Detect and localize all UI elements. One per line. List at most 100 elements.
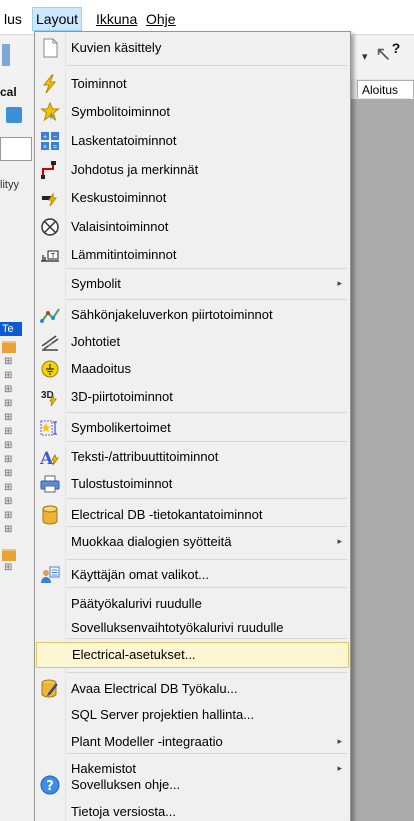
submenu-arrow-icon: ▸ <box>337 736 342 746</box>
menu-separator <box>67 441 347 442</box>
menu-item-label: Päätyökalurivi ruudulle <box>71 596 202 611</box>
menu-item-symbolikertoimet[interactable]: Symbolikertoimet <box>35 415 350 441</box>
menu-separator <box>67 299 347 300</box>
toolbar-icon[interactable] <box>2 44 10 66</box>
menu-item-label: Symbolikertoimet <box>71 420 171 435</box>
menu-item-teksti-attribuutti[interactable]: A Teksti-/attribuuttitoiminnot <box>35 444 350 470</box>
tree-nodes[interactable]: ⊞ ⊞ ⊞ ⊞ ⊞ ⊞ ⊞ ⊞ ⊞ ⊞ ⊞ ⊞ ⊞ <box>4 355 12 537</box>
menu-ikkuna-label: Ikkuna <box>96 11 138 27</box>
menu-separator <box>67 412 347 413</box>
left-panel: cal lityy Te ⊞ ⊞ ⊞ ⊞ ⊞ ⊞ ⊞ ⊞ ⊞ ⊞ ⊞ ⊞ ⊞ ⊞ <box>0 79 35 821</box>
calculator-icon: + −× = <box>41 132 59 151</box>
menu-item-sql-server[interactable]: SQL Server projektien hallinta... <box>35 702 350 728</box>
menu-item-paatyokalurivi[interactable]: Päätyökalurivi ruudulle <box>35 591 350 617</box>
menu-ikkuna[interactable]: Ikkuna <box>92 8 141 30</box>
menu-item-label: Laskentatoiminnot <box>71 133 177 148</box>
star-lightning-icon <box>40 102 60 122</box>
menu-tools-partial[interactable]: lus <box>0 8 26 30</box>
panel-field-label: lityy <box>0 179 19 191</box>
svg-text:−: − <box>53 134 57 141</box>
menu-item-keskustoiminnot[interactable]: Keskustoiminnot <box>35 185 350 211</box>
tab-aloitus[interactable]: Aloitus <box>357 80 414 98</box>
menu-item-label: Symbolit <box>71 276 121 291</box>
wiring-icon <box>41 161 56 179</box>
menu-separator <box>67 65 347 66</box>
menu-item-label: Toiminnot <box>71 76 127 91</box>
svg-text:T: T <box>51 253 56 260</box>
menu-separator <box>67 638 347 639</box>
menu-item-maadoitus[interactable]: Maadoitus <box>35 356 350 382</box>
menu-item-label: Johdotus ja merkinnät <box>71 162 199 177</box>
menu-item-sovelluksen-ohje[interactable]: ? Sovelluksen ohje... <box>35 772 350 800</box>
menu-item-muokkaa-dialogien[interactable]: Muokkaa dialogien syötteitä ▸ <box>35 529 350 555</box>
database-icon <box>42 505 58 525</box>
menu-item-symbolit[interactable]: Symbolit ▸ <box>35 271 350 297</box>
menu-item-label: Sovelluksen ohje... <box>71 777 181 792</box>
cursor-question: ? <box>391 40 401 56</box>
menu-item-label: Electrical DB -tietokantatoiminnot <box>71 507 263 522</box>
menu-item-toiminnot[interactable]: Toiminnot <box>35 71 350 97</box>
user-menu-icon <box>41 566 60 583</box>
menu-item-label: 3D-piirtotoiminnot <box>71 389 173 404</box>
menu-item-valaisintoiminnot[interactable]: Valaisintoiminnot <box>35 214 350 240</box>
menu-item-symbolitoiminnot[interactable]: Symbolitoiminnot <box>35 99 350 125</box>
menu-item-label: Sovelluksenvaihtotyökalurivi ruudulle <box>71 620 284 635</box>
menu-item-johtotiet[interactable]: Johtotiet <box>35 329 350 355</box>
menu-item-lammitintoiminnot[interactable]: T Lämmitintoiminnot <box>35 242 350 268</box>
tree-tab[interactable]: Te <box>0 322 22 336</box>
lamp-icon <box>41 218 59 236</box>
menu-separator <box>67 268 347 269</box>
help-cursor-icon[interactable]: ↖? <box>375 40 400 67</box>
menu-item-tulostustoiminnot[interactable]: Tulostustoiminnot <box>35 471 350 497</box>
menu-ohje-label: Ohje <box>146 11 176 27</box>
menu-item-label: Johtotiet <box>71 334 121 349</box>
menu-item-label: Electrical-asetukset... <box>72 647 196 662</box>
menu-item-label: Keskustoiminnot <box>71 190 167 205</box>
lightning-icon <box>42 74 57 94</box>
symbol-factor-icon <box>40 420 57 436</box>
menu-item-label: Symbolitoiminnot <box>71 104 170 119</box>
network-icon <box>40 308 60 323</box>
menu-layout[interactable]: Layout <box>32 7 83 31</box>
folder-icon <box>2 341 16 353</box>
menu-bar: lus Layout Ikkuna Ohje <box>0 0 414 35</box>
text-attribute-icon: A <box>40 449 59 467</box>
menu-item-kuvien-kasittely[interactable]: Kuvien käsittely <box>35 35 350 61</box>
menu-separator <box>67 587 347 588</box>
dropdown-arrow-icon[interactable]: ▾ <box>362 50 368 63</box>
menu-item-label: Kuvien käsittely <box>71 40 162 55</box>
menu-item-label: Tulostustoiminnot <box>71 476 173 491</box>
menu-item-sahkonjakeluverkko[interactable]: Sähkönjakeluverkon piirtotoiminnot <box>35 302 350 328</box>
panel-button-icon[interactable] <box>6 107 22 123</box>
svg-text:×: × <box>43 144 47 151</box>
menu-item-label: Sähkönjakeluverkon piirtotoiminnot <box>71 307 273 322</box>
submenu-arrow-icon: ▸ <box>337 278 342 288</box>
menu-item-johdotus[interactable]: Johdotus ja merkinnät <box>35 157 350 183</box>
menu-item-label: Teksti-/attribuuttitoiminnot <box>71 449 219 464</box>
center-icon <box>42 192 57 207</box>
printer-icon <box>40 475 60 493</box>
panel-search-box[interactable] <box>0 137 32 161</box>
menu-separator <box>67 672 347 673</box>
panel-caption: cal <box>0 85 17 99</box>
menu-item-label: SQL Server projektien hallinta... <box>71 707 255 722</box>
svg-text:A: A <box>40 449 54 467</box>
3d-icon: 3D <box>41 390 57 407</box>
menu-item-3d-piirto[interactable]: 3D 3D-piirtotoiminnot <box>35 384 350 410</box>
svg-text:+: + <box>43 134 47 141</box>
menu-separator <box>67 498 347 499</box>
tree-nodes-2[interactable]: ⊞ <box>4 561 12 575</box>
menu-ohje[interactable]: Ohje <box>142 8 180 30</box>
page-icon <box>43 38 58 58</box>
menu-item-electrical-asetukset[interactable]: Electrical-asetukset... <box>36 642 349 668</box>
menu-item-electrical-db[interactable]: Electrical DB -tietokantatoiminnot <box>35 502 350 528</box>
heater-icon: T <box>41 250 59 262</box>
menu-item-kayttajan-valikot[interactable]: Käyttäjän omat valikot... <box>35 562 350 588</box>
menu-item-avaa-db-tyokalu[interactable]: Avaa Electrical DB Työkalu... <box>35 676 350 702</box>
menu-item-laskentatoiminnot[interactable]: + − × = Laskentatoiminnot <box>35 128 350 154</box>
folder-icon-2 <box>2 549 16 561</box>
menu-item-label: Avaa Electrical DB Työkalu... <box>71 681 238 696</box>
menu-item-plant-modeller[interactable]: Plant Modeller -integraatio ▸ <box>35 729 350 755</box>
menu-item-label: Valaisintoiminnot <box>71 219 169 234</box>
menu-item-label: Maadoitus <box>71 361 131 376</box>
